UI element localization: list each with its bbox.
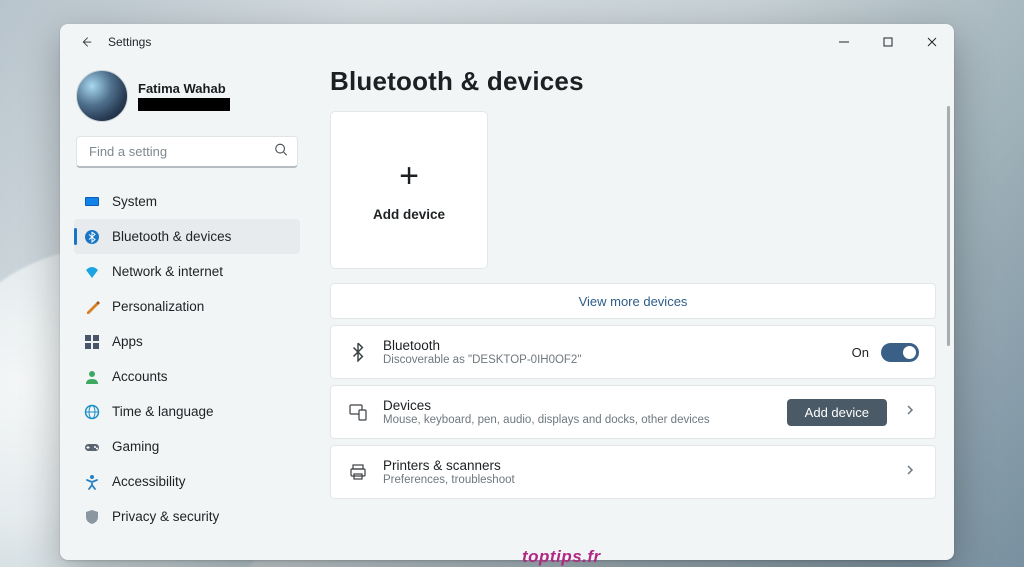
bluetooth-state: On — [852, 345, 869, 360]
sidebar-item-privacy-security[interactable]: Privacy & security — [74, 499, 300, 534]
personalization-icon — [84, 299, 100, 315]
sidebar-item-label: System — [112, 194, 157, 209]
accounts-icon — [84, 369, 100, 385]
devices-chevron-icon[interactable] — [901, 399, 919, 425]
main-content: Bluetooth & devices + Add device View mo… — [308, 60, 954, 560]
close-icon — [927, 37, 937, 47]
back-button[interactable] — [72, 28, 100, 56]
printers-subtitle: Preferences, troubleshoot — [383, 474, 901, 486]
add-device-tile[interactable]: + Add device — [330, 111, 488, 269]
back-arrow-icon — [79, 35, 93, 49]
minimize-button[interactable] — [822, 24, 866, 60]
sidebar-item-label: Accounts — [112, 369, 168, 384]
sidebar: Fatima Wahab System — [60, 60, 308, 560]
bluetooth-toggle[interactable] — [881, 343, 919, 362]
search-icon — [274, 143, 288, 162]
plus-icon: + — [399, 159, 419, 193]
printers-chevron-icon[interactable] — [901, 459, 919, 485]
sidebar-item-time-language[interactable]: Time & language — [74, 394, 300, 429]
maximize-icon — [883, 37, 893, 47]
sidebar-item-system[interactable]: System — [74, 184, 300, 219]
sidebar-item-personalization[interactable]: Personalization — [74, 289, 300, 324]
app-title: Settings — [108, 35, 151, 49]
profile-name: Fatima Wahab — [138, 81, 230, 96]
search-input[interactable] — [76, 136, 298, 168]
maximize-button[interactable] — [866, 24, 910, 60]
search-wrap — [76, 136, 298, 168]
gaming-icon — [84, 439, 100, 455]
sidebar-item-label: Accessibility — [112, 474, 186, 489]
devices-subtitle: Mouse, keyboard, pen, audio, displays an… — [383, 414, 787, 426]
printers-row-icon — [347, 463, 369, 481]
close-button[interactable] — [910, 24, 954, 60]
bluetooth-subtitle: Discoverable as "DESKTOP-0IH0OF2" — [383, 354, 852, 366]
sidebar-item-network[interactable]: Network & internet — [74, 254, 300, 289]
sidebar-item-apps[interactable]: Apps — [74, 324, 300, 359]
minimize-icon — [839, 37, 849, 47]
bluetooth-icon — [84, 229, 100, 245]
sidebar-item-label: Time & language — [112, 404, 214, 419]
sidebar-item-label: Bluetooth & devices — [112, 229, 231, 244]
sidebar-item-label: Network & internet — [112, 264, 223, 279]
system-icon — [84, 194, 100, 210]
network-icon — [84, 264, 100, 280]
sidebar-item-label: Gaming — [112, 439, 159, 454]
printers-title: Printers & scanners — [383, 458, 901, 473]
view-more-devices-button[interactable]: View more devices — [330, 283, 936, 319]
privacy-icon — [84, 509, 100, 525]
sidebar-item-label: Apps — [112, 334, 143, 349]
window-controls — [822, 24, 954, 60]
add-device-tile-label: Add device — [373, 207, 445, 222]
devices-row[interactable]: Devices Mouse, keyboard, pen, audio, dis… — [330, 385, 936, 439]
bluetooth-row: Bluetooth Discoverable as "DESKTOP-0IH0O… — [330, 325, 936, 379]
settings-window: Settings Fatima Wahab — [60, 24, 954, 560]
profile-section[interactable]: Fatima Wahab — [74, 66, 300, 136]
time-language-icon — [84, 404, 100, 420]
sidebar-item-accessibility[interactable]: Accessibility — [74, 464, 300, 499]
scrollbar[interactable] — [947, 106, 950, 346]
apps-icon — [84, 334, 100, 350]
sidebar-item-gaming[interactable]: Gaming — [74, 429, 300, 464]
page-title: Bluetooth & devices — [330, 66, 936, 97]
avatar — [76, 70, 128, 122]
watermark: toptips.fr — [522, 547, 601, 567]
sidebar-item-label: Privacy & security — [112, 509, 219, 524]
bluetooth-title: Bluetooth — [383, 338, 852, 353]
devices-row-icon — [347, 403, 369, 421]
devices-title: Devices — [383, 398, 787, 413]
bluetooth-row-icon — [347, 342, 369, 362]
sidebar-item-accounts[interactable]: Accounts — [74, 359, 300, 394]
view-more-label: View more devices — [579, 294, 688, 309]
printers-row[interactable]: Printers & scanners Preferences, trouble… — [330, 445, 936, 499]
sidebar-item-label: Personalization — [112, 299, 204, 314]
add-device-button[interactable]: Add device — [787, 399, 887, 426]
sidebar-item-bluetooth-devices[interactable]: Bluetooth & devices — [74, 219, 300, 254]
titlebar: Settings — [60, 24, 954, 60]
nav-list: System Bluetooth & devices Network & int… — [74, 184, 300, 534]
profile-email-redacted — [138, 98, 230, 111]
accessibility-icon — [84, 474, 100, 490]
